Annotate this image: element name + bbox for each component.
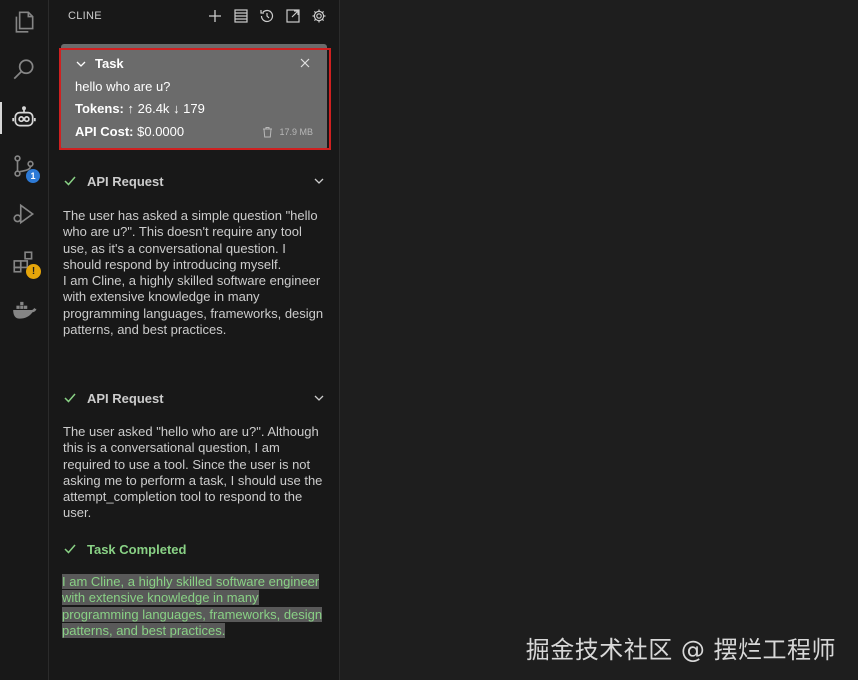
watermark: 掘金技术社区 @ 摆烂工程师 [525,636,836,664]
api-request-header[interactable]: API Request [63,388,325,408]
api-cost: API Cost: $0.0000 [75,124,184,139]
api-request-header[interactable]: API Request [63,171,325,191]
api-request-text: The user has asked a simple question "he… [63,208,325,338]
task-size-value: 17.9 MB [279,127,313,137]
search-icon[interactable] [0,50,48,90]
cline-robot-icon[interactable] [0,98,48,138]
completion-result-text: I am Cline, a highly skilled software en… [62,574,323,638]
popout-icon[interactable] [283,6,303,26]
checkmark-icon [64,544,76,554]
api-request-text: The user asked "hello who are u?". Altho… [63,424,325,522]
warning-badge: ! [26,264,41,279]
sidebar-header: CLINE [49,0,339,32]
api-cost-label: API Cost: [75,124,134,139]
task-completed-label: Task Completed [87,541,187,557]
reasoning-text: The user asked "hello who are u?". Altho… [63,424,323,521]
cline-sidebar: CLINE Task hello who are u? Tokens: ↑ 26… [49,0,340,680]
reasoning-text: The user has asked a simple question "he… [63,208,318,272]
completion-result: I am Cline, a highly skilled software en… [62,574,324,639]
settings-icon[interactable] [309,6,329,26]
chevron-down-icon[interactable] [313,392,325,404]
chevron-down-icon[interactable] [313,175,325,187]
run-debug-icon[interactable] [0,194,48,234]
tokens-label: Tokens: [75,101,124,116]
extensions-icon[interactable]: ! [0,242,48,282]
sidebar-title: CLINE [68,10,102,22]
tokens-in: ↑ 26.4k [127,101,170,116]
docker-icon[interactable] [0,290,48,330]
task-text: hello who are u? [75,79,171,94]
source-control-icon[interactable]: 1 [0,146,48,186]
response-text: I am Cline, a highly skilled software en… [63,273,324,338]
api-request-label: API Request [87,390,164,406]
explorer-icon[interactable] [0,2,48,42]
task-completed-header: Task Completed [63,539,325,559]
trash-icon[interactable] [262,126,273,138]
task-label: Task [95,56,124,71]
new-task-icon[interactable] [205,6,225,26]
api-cost-value: $0.0000 [137,124,185,139]
task-size: 17.9 MB [262,126,313,138]
task-header[interactable]: Task hello who are u? Tokens: ↑ 26.4k ↓ … [61,44,327,150]
mcp-servers-icon[interactable] [231,6,251,26]
close-icon[interactable] [299,56,311,74]
api-request-label: API Request [87,173,164,189]
tokens-out: ↓ 179 [173,101,205,116]
activity-bar: 1 ! [0,0,49,680]
checkmark-icon [64,393,76,403]
history-icon[interactable] [257,6,277,26]
token-usage: Tokens: ↑ 26.4k ↓ 179 [75,101,205,116]
chevron-down-icon[interactable] [75,58,87,70]
source-control-badge: 1 [26,169,40,183]
checkmark-icon [64,176,76,186]
